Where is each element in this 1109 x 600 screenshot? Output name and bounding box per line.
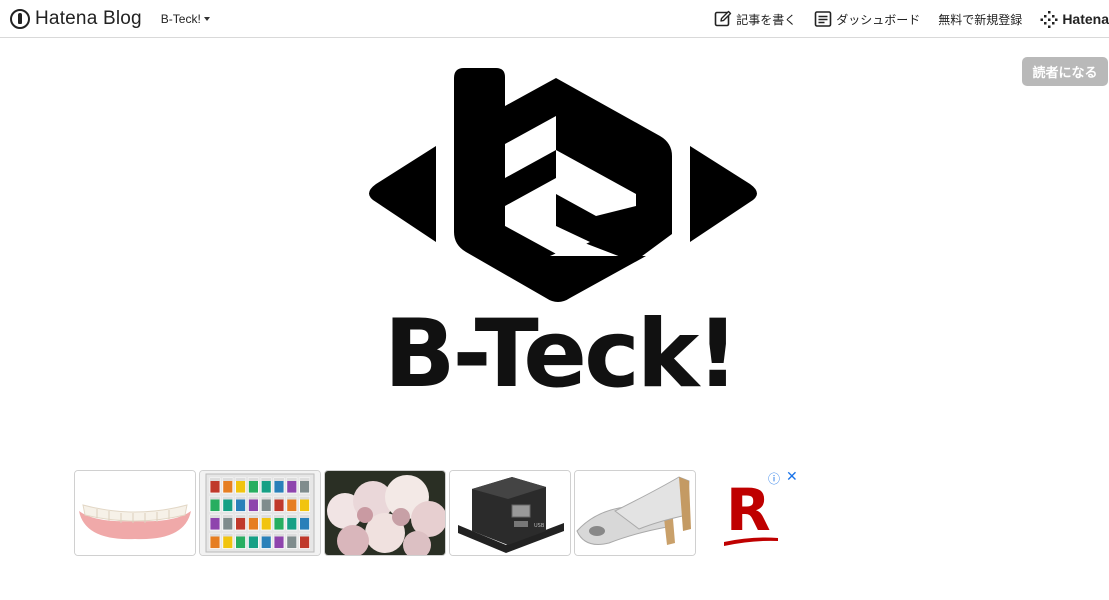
brand-name: Hatena Blog (35, 7, 142, 29)
write-article-label: 記事を書く (736, 12, 797, 27)
ad-tile-network-box[interactable]: USB (449, 470, 571, 556)
rakuten-logo-letter: R (726, 478, 771, 544)
ad-tile-dentures[interactable] (74, 470, 196, 556)
b-teck-logo-mark[interactable] (360, 66, 766, 316)
hatena-dots-icon (1040, 11, 1058, 28)
svg-text:USB: USB (534, 523, 545, 529)
ad-carousel: USB (74, 470, 696, 556)
ad-tile-paint-set[interactable] (199, 470, 321, 556)
write-article-link[interactable]: 記事を書く (714, 10, 796, 28)
ad-tile-hydrangea[interactable] (324, 470, 446, 556)
ad-info-icon[interactable]: ⓘ (768, 470, 780, 487)
blog-title[interactable]: B-Teck! (340, 300, 780, 410)
blog-selector-label: B-Teck! (160, 11, 201, 26)
subscribe-button[interactable]: 読者になる (1022, 57, 1108, 86)
network-box-image: USB (450, 471, 570, 555)
shoes-image (575, 471, 695, 555)
dashboard-icon (814, 11, 832, 27)
dashboard-link[interactable]: ダッシュボード (814, 10, 920, 28)
signup-label: 無料で新規登録 (938, 12, 1023, 27)
dentures-image (75, 471, 195, 555)
paint-set-image (200, 471, 320, 555)
ad-close-icon[interactable]: ✕ (786, 468, 798, 485)
caret-down-icon (203, 16, 210, 21)
ad-tile-shoes[interactable] (574, 470, 696, 556)
edit-icon (714, 10, 732, 27)
hatena-blog-icon (10, 8, 30, 29)
hydrangea-image (325, 471, 445, 555)
hatena-account-link[interactable]: Hatena (1040, 10, 1109, 28)
hatena-blog-logo[interactable]: Hatena Blog (10, 8, 142, 30)
signup-link[interactable]: 無料で新規登録 (938, 11, 1022, 28)
blog-selector[interactable]: B-Teck! (161, 12, 210, 26)
dashboard-label: ダッシュボード (836, 12, 921, 27)
header-nav: 記事を書く ダッシュボード 無料で新規登録 Hatena (714, 0, 1109, 38)
global-header: Hatena Blog B-Teck! 記事を書く ダッシュボード 無料で新規登… (0, 0, 1109, 38)
rakuten-logo[interactable]: R (722, 478, 782, 548)
hatena-label: Hatena (1062, 11, 1109, 27)
